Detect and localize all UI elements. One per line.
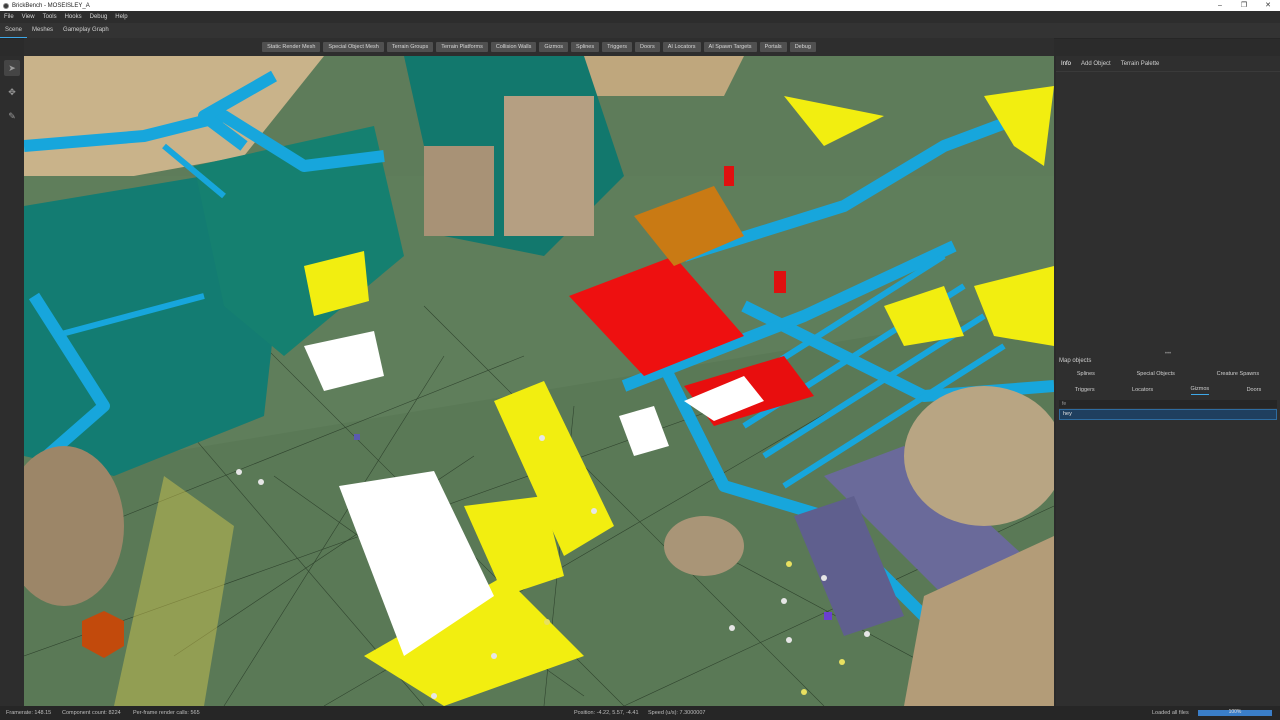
menu-view[interactable]: View (18, 14, 39, 20)
layer-portals-button[interactable]: Portals (759, 42, 787, 52)
map-objects-panel: Map objects Splines Special Objects Crea… (1056, 356, 1280, 421)
minimize-icon[interactable]: – (1208, 0, 1232, 11)
inspector-panel: Info Add Object Terrain Palette ••• Map … (1056, 56, 1280, 706)
window-title: BrickBench - MOSEISLEY_A (12, 2, 90, 9)
position-readout: Position: -4.22, 5.57, -4.41 (574, 710, 639, 716)
menu-debug[interactable]: Debug (86, 14, 112, 20)
cursor-icon[interactable]: ➤ (4, 60, 20, 76)
window-controls: – ❐ ✕ (1208, 0, 1280, 11)
close-icon[interactable]: ✕ (1256, 0, 1280, 11)
paint-icon[interactable]: ✎ (4, 108, 20, 124)
mode-tabs: Scene Meshes Gameplay Graph (0, 23, 1280, 39)
viewport-layer-toolbar: Static Render Mesh Special Object Mesh T… (24, 38, 1054, 56)
status-bar: Framerate: 148.15 Component count: 8224 … (0, 706, 1280, 720)
layer-doors-button[interactable]: Doors (635, 42, 660, 52)
tab-locators[interactable]: Locators (1132, 387, 1153, 393)
app-icon (3, 2, 9, 9)
component-count-readout: Component count: 8224 (62, 710, 121, 716)
map-objects-title: Map objects (1059, 358, 1092, 364)
tab-gizmos[interactable]: Gizmos (1190, 386, 1210, 395)
tab-info[interactable]: Info (1056, 61, 1076, 67)
map-objects-tabs-row-1: Splines Special Objects Creature Spawns (1056, 366, 1280, 382)
layer-gizmos-button[interactable]: Gizmos (539, 42, 569, 52)
tab-splines[interactable]: Splines (1077, 371, 1095, 377)
layer-static-render-mesh-button[interactable]: Static Render Mesh (262, 42, 321, 52)
render-calls-readout: Per-frame render calls: 565 (133, 710, 200, 716)
filter-input[interactable]: fe (1059, 400, 1277, 408)
move-icon[interactable]: ✥ (4, 84, 20, 100)
tab-terrain-palette[interactable]: Terrain Palette (1116, 61, 1165, 67)
tab-triggers[interactable]: Triggers (1075, 387, 1095, 393)
menu-hooks[interactable]: Hooks (61, 14, 86, 20)
tab-scene[interactable]: Scene (0, 23, 28, 38)
3d-viewport[interactable] (24, 56, 1054, 706)
inspector-tabs: Info Add Object Terrain Palette (1056, 56, 1280, 72)
tab-gameplay-graph[interactable]: Gameplay Graph (58, 23, 114, 38)
tab-creature-spawns[interactable]: Creature Spawns (1217, 371, 1260, 377)
framerate-readout: Framerate: 148.15 (6, 710, 52, 716)
menu-file[interactable]: File (0, 14, 18, 20)
layer-triggers-button[interactable]: Triggers (602, 42, 633, 52)
restore-icon[interactable]: ❐ (1232, 0, 1256, 11)
load-progress-label: 100% (1228, 709, 1242, 715)
layer-collision-walls-button[interactable]: Collision Walls (490, 42, 537, 52)
layer-terrain-platforms-button[interactable]: Terrain Platforms (436, 42, 488, 52)
tab-add-object[interactable]: Add Object (1076, 61, 1116, 67)
load-progress-bar: 100% (1198, 709, 1272, 716)
layer-terrain-groups-button[interactable]: Terrain Groups (386, 42, 434, 52)
layer-ai-locators-button[interactable]: AI Locators (662, 42, 701, 52)
title-bar: BrickBench - MOSEISLEY_A – ❐ ✕ (0, 0, 1280, 11)
tab-special-objects[interactable]: Special Objects (1137, 371, 1175, 377)
scene-render[interactable] (24, 56, 1054, 706)
menu-help[interactable]: Help (111, 14, 131, 20)
layer-splines-button[interactable]: Splines (571, 42, 600, 52)
tab-meshes[interactable]: Meshes (27, 23, 58, 38)
list-item-selected[interactable]: hey (1059, 409, 1277, 420)
tab-doors[interactable]: Doors (1247, 387, 1262, 393)
load-status: Loaded all files (1152, 710, 1189, 716)
menu-bar: File View Tools Hooks Debug Help (0, 11, 1280, 23)
menu-tools[interactable]: Tools (39, 14, 61, 20)
tool-palette: ➤ ✥ ✎ (0, 56, 24, 706)
layer-special-object-mesh-button[interactable]: Special Object Mesh (323, 42, 384, 52)
layer-debug-button[interactable]: Debug (789, 42, 816, 52)
speed-readout: Speed (u/s): 7.3000007 (648, 710, 706, 716)
layer-ai-spawn-targets-button[interactable]: AI Spawn Targets (703, 42, 757, 52)
map-objects-tabs-row-2: Triggers Locators Gizmos Doors (1056, 382, 1280, 398)
